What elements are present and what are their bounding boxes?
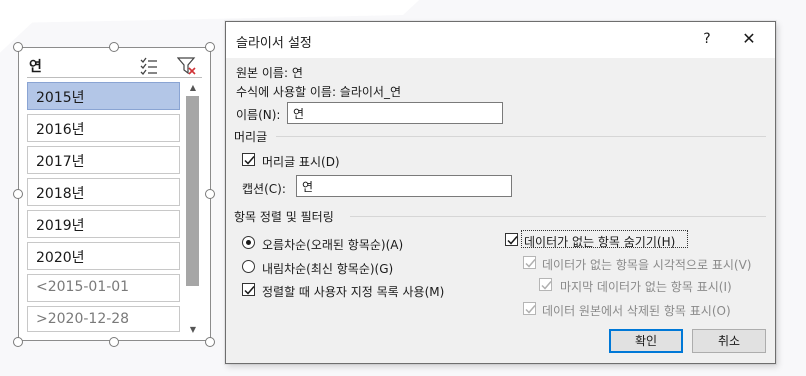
- slicer-scrollbar[interactable]: ▲ ▼: [185, 82, 200, 336]
- resize-handle-left[interactable]: [13, 189, 23, 199]
- slicer-item-list: 2015년 2016년 2017년 2018년 2019년 2020년 <201…: [27, 82, 180, 332]
- clear-filter-icon[interactable]: [176, 56, 197, 76]
- custom-list-label: 정렬할 때 사용자 지정 목록 사용(M): [262, 285, 445, 299]
- show-header-label: 머리글 표시(D): [262, 155, 340, 169]
- slicer-item[interactable]: >2020-12-28: [27, 306, 180, 332]
- resize-handle-bottom[interactable]: [109, 337, 119, 347]
- formula-name-text: 수식에 사용할 이름: 슬라이서_연: [236, 85, 402, 99]
- sort-descending-label: 내림차순(최신 항목순)(G): [262, 262, 394, 276]
- sort-ascending-radio[interactable]: [242, 236, 255, 249]
- header-section-label: 머리글: [234, 130, 268, 144]
- help-button[interactable]: ?: [696, 28, 718, 50]
- scroll-up-icon[interactable]: ▲: [188, 84, 198, 92]
- caption-input[interactable]: 연: [296, 175, 512, 197]
- slicer[interactable]: 연 2015년 2016년 2017년 2018년 2019년 2020년 <2…: [18, 47, 211, 341]
- slicer-item[interactable]: <2015-01-01: [27, 274, 180, 302]
- ok-button[interactable]: 확인: [609, 329, 683, 353]
- resize-handle-bottom-left[interactable]: [13, 337, 23, 347]
- slicer-item[interactable]: 2019년: [27, 210, 180, 238]
- caption-label: 캡션(C):: [242, 182, 286, 196]
- slicer-header: 연: [27, 54, 202, 78]
- hide-nodata-checkbox[interactable]: [505, 233, 518, 246]
- close-button[interactable]: ✕: [736, 28, 762, 50]
- sort-section-divider: [350, 216, 766, 217]
- resize-handle-bottom-right[interactable]: [205, 337, 215, 347]
- visual-nodata-label: 데이터가 없는 항목을 시각적으로 표시(V): [542, 258, 752, 272]
- hide-nodata-label: 데이터가 없는 항목 숨기기(H): [524, 235, 676, 249]
- resize-handle-top-right[interactable]: [205, 42, 215, 52]
- show-last-checkbox[interactable]: [539, 278, 552, 291]
- resize-handle-top-left[interactable]: [13, 42, 23, 52]
- cancel-button[interactable]: 취소: [692, 329, 766, 353]
- show-last-label: 마지막 데이터가 없는 항목 표시(I): [560, 280, 732, 294]
- name-label: 이름(N):: [236, 108, 281, 122]
- slicer-item[interactable]: 2017년: [27, 146, 180, 174]
- scroll-down-icon[interactable]: ▼: [188, 326, 198, 334]
- resize-handle-right[interactable]: [205, 189, 215, 199]
- dialog-titlebar: 슬라이서 설정 ? ✕: [226, 22, 775, 58]
- slicer-item[interactable]: 2020년: [27, 242, 180, 270]
- dialog-title: 슬라이서 설정: [236, 36, 312, 51]
- source-name-text: 원본 이름: 연: [236, 66, 303, 80]
- scrollbar-thumb[interactable]: [186, 96, 199, 286]
- show-header-checkbox[interactable]: [242, 153, 255, 166]
- sort-descending-radio[interactable]: [242, 260, 255, 273]
- slicer-item[interactable]: 2016년: [27, 114, 180, 142]
- show-deleted-checkbox[interactable]: [523, 302, 536, 315]
- sort-section-label: 항목 정렬 및 필터링: [234, 210, 334, 224]
- slicer-settings-dialog: 슬라이서 설정 ? ✕ 원본 이름: 연 수식에 사용할 이름: 슬라이서_연 …: [225, 21, 776, 364]
- slicer-title: 연: [29, 59, 42, 75]
- multi-select-icon[interactable]: [139, 56, 159, 76]
- slicer-item[interactable]: 2015년: [27, 82, 180, 110]
- show-deleted-label: 데이터 원본에서 삭제된 항목 표시(O): [542, 304, 731, 318]
- header-section-divider: [276, 136, 766, 137]
- sort-ascending-label: 오름차순(오래된 항목순)(A): [262, 238, 404, 252]
- visual-nodata-checkbox[interactable]: [523, 256, 536, 269]
- name-input[interactable]: 연: [287, 102, 503, 124]
- slicer-item[interactable]: 2018년: [27, 178, 180, 206]
- custom-list-checkbox[interactable]: [242, 283, 255, 296]
- resize-handle-top[interactable]: [109, 42, 119, 52]
